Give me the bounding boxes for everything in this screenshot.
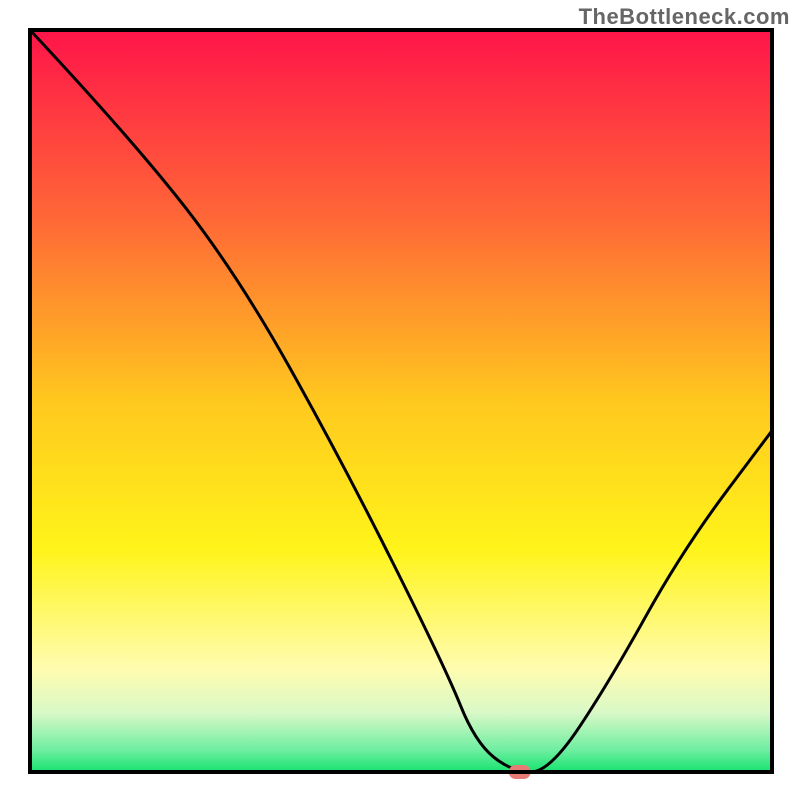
bottleneck-chart xyxy=(0,0,800,800)
watermark-text: TheBottleneck.com xyxy=(579,4,790,30)
chart-container: TheBottleneck.com xyxy=(0,0,800,800)
plot-background xyxy=(30,30,772,772)
